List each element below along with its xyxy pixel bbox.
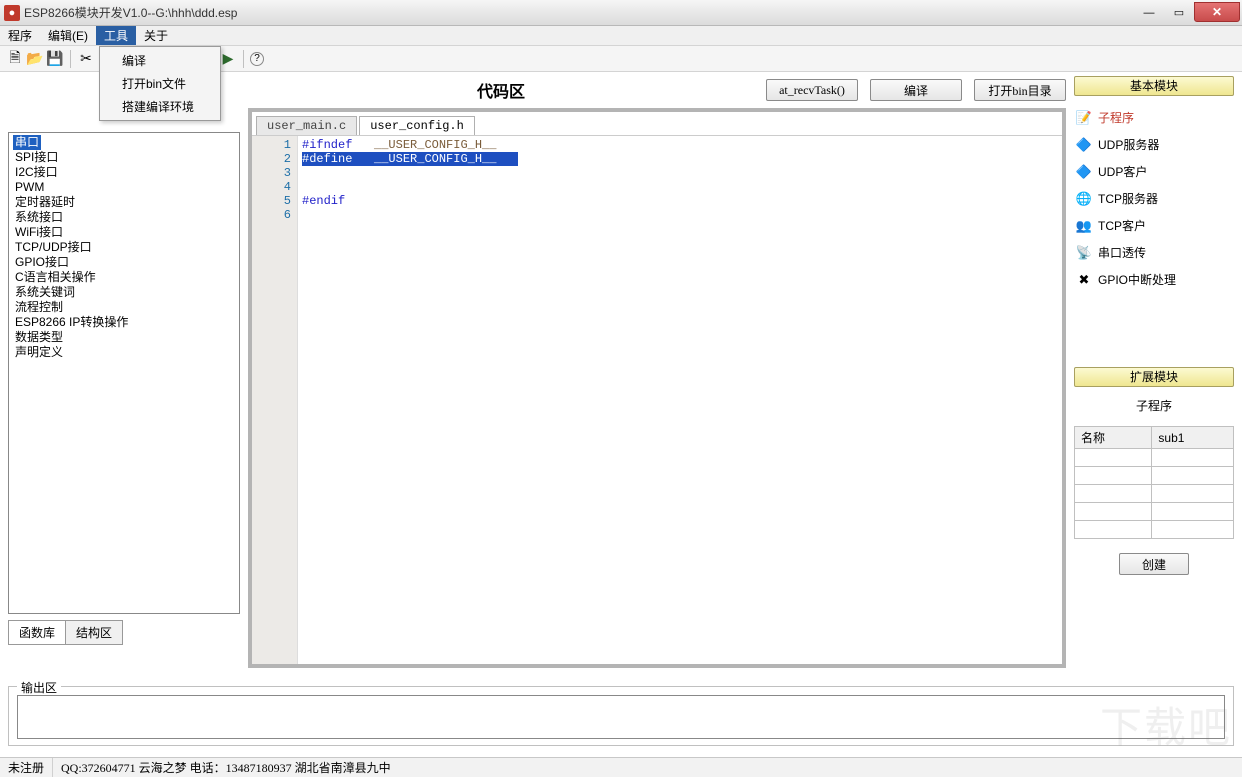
list-item[interactable]: C语言相关操作 [13, 270, 235, 285]
list-item[interactable]: 系统接口 [13, 210, 235, 225]
basic-modules-list: 📝 子程序 🔷 UDP服务器 🔷 UDP客户 🌐 TCP服务器 👥 TCP客户 … [1074, 102, 1234, 295]
users-icon: 👥 [1076, 218, 1092, 234]
list-item[interactable]: 定时器延时 [13, 195, 235, 210]
list-item[interactable]: 数据类型 [13, 330, 235, 345]
module-label: UDP服务器 [1098, 136, 1159, 153]
list-item[interactable]: WiFi接口 [13, 225, 235, 240]
table-header-name[interactable]: 名称 [1075, 427, 1152, 449]
menu-edit[interactable]: 编辑(E) [40, 26, 96, 45]
subprogram-title: 子程序 [1074, 393, 1234, 420]
list-item[interactable]: 系统关键词 [13, 285, 235, 300]
create-button[interactable]: 创建 [1119, 553, 1189, 575]
table-header-sub1[interactable]: sub1 [1152, 427, 1234, 449]
code-editor: user_main.c user_config.h 1 2 3 4 5 6 #i… [248, 108, 1066, 668]
close-button[interactable]: ✕ [1194, 2, 1240, 22]
interrupt-icon: ✖ [1076, 272, 1092, 288]
extension-modules-header: 扩展模块 [1074, 367, 1234, 387]
module-label: GPIO中断处理 [1098, 271, 1176, 288]
output-group: 输出区 [8, 686, 1234, 746]
maximize-button[interactable]: ▭ [1164, 3, 1194, 23]
serial-icon: 📡 [1076, 245, 1092, 261]
editor-tab[interactable]: user_config.h [359, 116, 475, 135]
list-item[interactable]: 流程控制 [13, 300, 235, 315]
list-item[interactable]: TCP/UDP接口 [13, 240, 235, 255]
module-label: TCP客户 [1098, 217, 1146, 234]
at-recvtask-button[interactable]: at_recvTask() [766, 79, 858, 101]
menu-program[interactable]: 程序 [0, 26, 40, 45]
net-icon: 🔷 [1076, 164, 1092, 180]
basic-modules-header: 基本模块 [1074, 76, 1234, 96]
list-item[interactable]: PWM [13, 180, 235, 195]
left-panel: 串口 SPI接口 I2C接口 PWM 定时器延时 系统接口 WiFi接口 TCP… [8, 76, 240, 682]
menu-tools[interactable]: 工具 [96, 26, 136, 45]
module-serial-transparent[interactable]: 📡 串口透传 [1074, 239, 1234, 266]
toolbar-separator [243, 50, 244, 68]
module-subprogram[interactable]: 📝 子程序 [1074, 104, 1234, 131]
menu-about[interactable]: 关于 [136, 26, 176, 45]
titlebar: ● ESP8266模块开发V1.0--G:\hhh\ddd.esp — ▭ ✕ [0, 0, 1242, 26]
net-icon: 🔷 [1076, 137, 1092, 153]
line-number-gutter: 1 2 3 4 5 6 [252, 136, 298, 664]
module-gpio-interrupt[interactable]: ✖ GPIO中断处理 [1074, 266, 1234, 293]
minimize-button[interactable]: — [1134, 3, 1164, 23]
list-item[interactable]: SPI接口 [13, 150, 235, 165]
open-bin-dir-button[interactable]: 打开bin目录 [974, 79, 1066, 101]
dd-build-env[interactable]: 搭建编译环境 [102, 95, 218, 118]
help-icon[interactable]: ? [250, 52, 264, 66]
status-unregistered: 未注册 [0, 758, 53, 777]
module-label: 串口透传 [1098, 244, 1146, 261]
table-row[interactable] [1075, 521, 1234, 539]
run-icon[interactable]: ▶ [219, 50, 237, 68]
toolbar-separator [70, 50, 71, 68]
dd-compile[interactable]: 编译 [102, 49, 218, 72]
window-title: ESP8266模块开发V1.0--G:\hhh\ddd.esp [24, 4, 237, 21]
module-tcp-client[interactable]: 👥 TCP客户 [1074, 212, 1234, 239]
save-icon[interactable]: 💾 [46, 50, 64, 68]
cut-icon[interactable]: ✂ [77, 50, 95, 68]
table-row[interactable] [1075, 467, 1234, 485]
table-row[interactable] [1075, 503, 1234, 521]
menubar: 程序 编辑(E) 工具 关于 编译 打开bin文件 搭建编译环境 [0, 26, 1242, 46]
output-legend: 输出区 [17, 679, 61, 696]
edit-icon: 📝 [1076, 110, 1092, 126]
open-icon[interactable]: 📂 [26, 50, 44, 68]
list-item[interactable]: ESP8266 IP转换操作 [13, 315, 235, 330]
tab-function-lib[interactable]: 函数库 [8, 620, 66, 645]
editor-tab[interactable]: user_main.c [256, 116, 357, 135]
dd-open-bin[interactable]: 打开bin文件 [102, 72, 218, 95]
module-label: UDP客户 [1098, 163, 1147, 180]
status-contact: QQ:372604771 云海之梦 电话：13487180937 湖北省南漳县九… [53, 758, 1242, 777]
globe-icon: 🌐 [1076, 191, 1092, 207]
tab-struct-area[interactable]: 结构区 [65, 620, 123, 645]
center-panel: 代码区 at_recvTask() 编译 打开bin目录 user_main.c… [248, 76, 1066, 682]
new-icon[interactable]: 🗎 [6, 50, 24, 68]
right-panel: 基本模块 📝 子程序 🔷 UDP服务器 🔷 UDP客户 🌐 TCP服务器 👥 T… [1074, 76, 1234, 682]
list-item[interactable]: I2C接口 [13, 165, 235, 180]
list-item[interactable]: GPIO接口 [13, 255, 235, 270]
module-udp-server[interactable]: 🔷 UDP服务器 [1074, 131, 1234, 158]
module-tcp-server[interactable]: 🌐 TCP服务器 [1074, 185, 1234, 212]
module-label: TCP服务器 [1098, 190, 1158, 207]
module-udp-client[interactable]: 🔷 UDP客户 [1074, 158, 1234, 185]
table-row[interactable] [1075, 485, 1234, 503]
subprogram-table[interactable]: 名称 sub1 [1074, 426, 1234, 539]
output-textbox[interactable] [17, 695, 1225, 739]
list-item[interactable]: 声明定义 [13, 345, 235, 360]
module-label: 子程序 [1098, 109, 1134, 126]
table-row[interactable] [1075, 449, 1234, 467]
list-item[interactable]: 串口 [13, 135, 41, 150]
code-text-area[interactable]: #ifndef __USER_CONFIG_H__ #define __USER… [298, 136, 1062, 664]
function-library-list[interactable]: 串口 SPI接口 I2C接口 PWM 定时器延时 系统接口 WiFi接口 TCP… [8, 132, 240, 614]
app-icon: ● [4, 5, 20, 21]
tools-dropdown: 编译 打开bin文件 搭建编译环境 [99, 46, 221, 121]
statusbar: 未注册 QQ:372604771 云海之梦 电话：13487180937 湖北省… [0, 757, 1242, 777]
code-area-title: 代码区 [248, 78, 754, 102]
compile-button[interactable]: 编译 [870, 79, 962, 101]
